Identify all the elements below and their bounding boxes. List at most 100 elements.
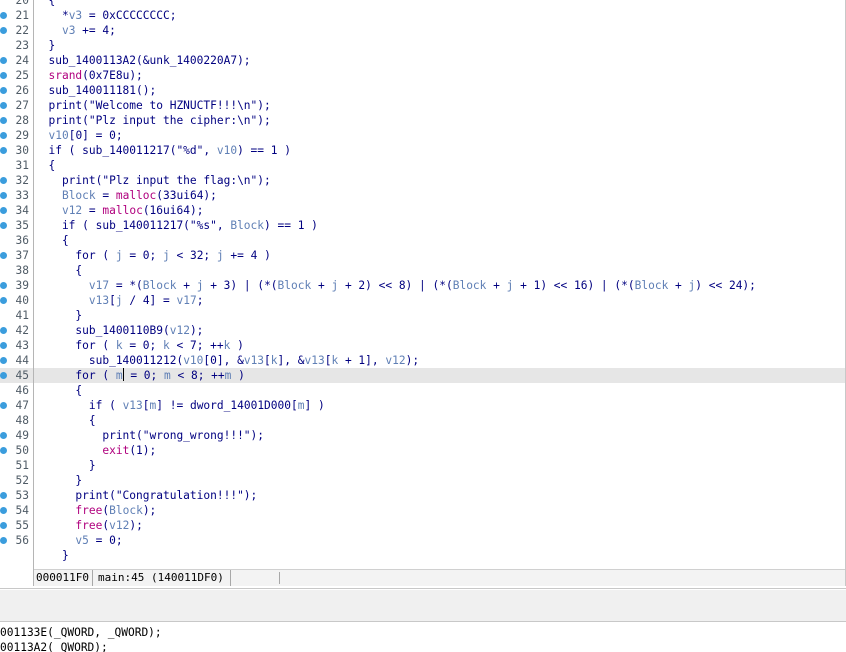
code-line[interactable]: 54 free(Block);	[0, 503, 846, 518]
line-number: 49	[15, 429, 29, 442]
code-token: j	[216, 249, 224, 262]
code-token: = 0xCCCCCCCC;	[82, 9, 177, 22]
code-line[interactable]: 29 v10[0] = 0;	[0, 128, 846, 143]
code-token: += 4 )	[223, 249, 271, 262]
code-text: print("Plz input the cipher:\n");	[35, 113, 270, 128]
code-line[interactable]: 52 }	[0, 473, 846, 488]
code-line[interactable]: 40 v13[j / 4] = v17;	[0, 293, 846, 308]
breakpoint-dot-icon[interactable]	[0, 357, 7, 364]
code-line[interactable]: 49 print("wrong_wrong!!!");	[0, 428, 846, 443]
breakpoint-dot-icon[interactable]	[0, 522, 7, 529]
code-line[interactable]: 41 }	[0, 308, 846, 323]
gutter-divider	[33, 0, 34, 586]
line-number: 53	[15, 489, 29, 502]
panel-splitter[interactable]	[0, 590, 846, 622]
breakpoint-dot-icon[interactable]	[0, 222, 7, 229]
breakpoint-dot-icon[interactable]	[0, 177, 7, 184]
code-token: Block	[61, 189, 96, 202]
code-token: );	[405, 354, 420, 367]
pseudocode-view[interactable]: 20 {21 *v3 = 0xCCCCCCCC; 22 v3 += 4; 23 } 2…	[0, 0, 846, 571]
code-line[interactable]: 38 {	[0, 263, 846, 278]
breakpoint-dot-icon[interactable]	[0, 72, 7, 79]
breakpoint-dot-icon[interactable]	[0, 327, 7, 334]
code-token: v12	[109, 519, 130, 532]
code-line[interactable]: 35 if ( sub_140011217("%s", Block) == 1 …	[0, 218, 846, 233]
breakpoint-dot-icon[interactable]	[0, 537, 7, 544]
breakpoint-dot-icon[interactable]	[0, 57, 7, 64]
code-token: k	[115, 339, 123, 352]
code-token: + 1) << 16) | (*(	[513, 279, 635, 292]
code-line[interactable]: 45 for ( m = 0; m < 8; ++m )	[0, 368, 846, 383]
code-text: v3 += 4;	[35, 23, 116, 38]
code-line[interactable]: 22 v3 += 4;	[0, 23, 846, 38]
code-line[interactable]: 50 exit(1);	[0, 443, 846, 458]
breakpoint-dot-icon[interactable]	[0, 252, 7, 259]
code-line[interactable]: 56 v5 = 0;	[0, 533, 846, 548]
line-number: 35	[15, 219, 29, 232]
code-line[interactable]: 25 srand(0x7E8u);	[0, 68, 846, 83]
code-line[interactable]: 42 sub_1400110B9(v12);	[0, 323, 846, 338]
code-line[interactable]: 55 free(v12);	[0, 518, 846, 533]
breakpoint-dot-icon[interactable]	[0, 87, 7, 94]
line-number: 30	[15, 144, 29, 157]
code-line[interactable]: 34 v12 = malloc(16ui64);	[0, 203, 846, 218]
code-line[interactable]: 21 *v3 = 0xCCCCCCCC;	[0, 8, 846, 23]
breakpoint-dot-icon[interactable]	[0, 432, 7, 439]
line-number: 33	[15, 189, 29, 202]
breakpoint-dot-icon[interactable]	[0, 342, 7, 349]
breakpoint-dot-icon[interactable]	[0, 402, 7, 409]
code-line[interactable]: 26 sub_140011181();	[0, 83, 846, 98]
code-token: Block	[109, 504, 143, 517]
code-line[interactable]: 44 sub_140011212(v10[0], &v13[k], &v13[k…	[0, 353, 846, 368]
code-token: = *(	[109, 279, 143, 292]
code-line[interactable]: 33 Block = malloc(33ui64);	[0, 188, 846, 203]
breakpoint-dot-icon[interactable]	[0, 147, 7, 154]
code-line[interactable]: 46 {	[0, 383, 846, 398]
breakpoint-dot-icon[interactable]	[0, 27, 7, 34]
code-line[interactable]: 32 print("Plz input the flag:\n");	[0, 173, 846, 188]
breakpoint-dot-icon[interactable]	[0, 102, 7, 109]
line-number: 43	[15, 339, 29, 352]
code-line[interactable]: 43 for ( k = 0; k < 7; ++k )	[0, 338, 846, 353]
code-line[interactable]: 36 {	[0, 233, 846, 248]
line-number: 21	[15, 9, 29, 22]
code-line[interactable]: }	[0, 548, 846, 563]
breakpoint-dot-icon[interactable]	[0, 282, 7, 289]
code-line[interactable]: 48 {	[0, 413, 846, 428]
code-token: [	[264, 354, 271, 367]
breakpoint-dot-icon[interactable]	[0, 132, 7, 139]
code-line[interactable]: 28 print("Plz input the cipher:\n");	[0, 113, 846, 128]
breakpoint-dot-icon[interactable]	[0, 117, 7, 124]
line-number: 45	[15, 369, 29, 382]
breakpoint-dot-icon[interactable]	[0, 507, 7, 514]
line-number: 31	[15, 159, 29, 172]
breakpoint-dot-icon[interactable]	[0, 372, 7, 379]
breakpoint-dot-icon[interactable]	[0, 447, 7, 454]
breakpoint-dot-icon[interactable]	[0, 192, 7, 199]
code-text: v10[0] = 0;	[35, 128, 122, 143]
breakpoint-dot-icon[interactable]	[0, 207, 7, 214]
code-line[interactable]: 53 print("Congratulation!!!");	[0, 488, 846, 503]
code-line[interactable]: 31 {	[0, 158, 846, 173]
code-line[interactable]: 51 }	[0, 458, 846, 473]
breakpoint-dot-icon[interactable]	[0, 492, 7, 499]
code-token: j	[115, 294, 123, 307]
output-panel[interactable]: 001133E(_QWORD, _QWORD); 00113A2(_QWORD)…	[0, 622, 846, 652]
code-line[interactable]: 37 for ( j = 0; j < 32; j += 4 )	[0, 248, 846, 263]
breakpoint-dot-icon[interactable]	[0, 297, 7, 304]
code-token: j	[163, 249, 170, 262]
breakpoint-dot-icon[interactable]	[0, 12, 7, 19]
code-line[interactable]: 24 sub_1400113A2(&unk_1400220A7);	[0, 53, 846, 68]
code-line[interactable]: 20 {	[0, 0, 846, 8]
code-line[interactable]: 27 print("Welcome to HZNUCTF!!!\n");	[0, 98, 846, 113]
code-line[interactable]: 47 if ( v13[m] != dword_14001D000[m] )	[0, 398, 846, 413]
code-line[interactable]: 23 }	[0, 38, 846, 53]
line-number: 26	[15, 84, 29, 97]
code-token: v12	[385, 354, 406, 367]
code-token: {	[35, 384, 83, 397]
code-line[interactable]: 30 if ( sub_140011217("%d", v10) == 1 )	[0, 143, 846, 158]
code-line[interactable]: 39 v17 = *(Block + j + 3) | (*(Block + j…	[0, 278, 846, 293]
